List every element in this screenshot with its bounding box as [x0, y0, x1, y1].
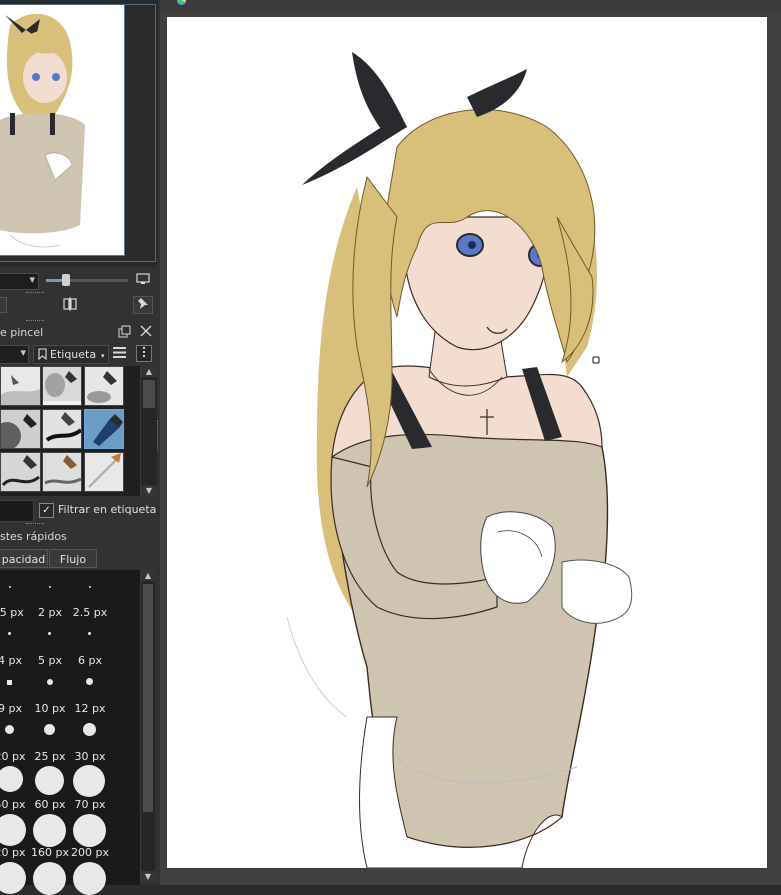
float-window-icon[interactable] [118, 325, 131, 341]
brush-presets-title: e pincel [0, 326, 44, 339]
scroll-up-icon[interactable]: ▲ [141, 366, 157, 377]
docker-drag-handle[interactable] [26, 292, 44, 296]
drawing-canvas[interactable] [167, 17, 767, 868]
scroll-down-icon[interactable]: ▼ [141, 485, 157, 496]
brush-preset[interactable] [0, 452, 41, 492]
brush-preset[interactable] [84, 366, 124, 406]
left-docker-panel: e pincel Etiqueta ▾ [0, 0, 160, 895]
tag-icon [38, 348, 47, 365]
filter-row: ✓ Filtrar en etiqueta [0, 500, 160, 522]
brush-preset[interactable] [42, 366, 82, 406]
overview-viewport-frame[interactable] [0, 4, 156, 262]
checkmark-icon[interactable]: ✓ [39, 503, 54, 518]
size-cell[interactable]: 4 px [0, 654, 30, 702]
docker-drag-handle-3[interactable] [26, 523, 44, 527]
size-cell[interactable]: 30 px [70, 750, 110, 798]
view-options-button[interactable] [136, 345, 152, 362]
quick-settings-title: stes rápidos [0, 530, 67, 543]
size-cell[interactable]: 60 px [30, 798, 70, 847]
brush-preset[interactable] [84, 452, 124, 492]
preset-scrollbar[interactable]: ▲ ▼ [140, 366, 157, 496]
canvas-top-bar [160, 0, 781, 12]
size-cell[interactable]: 12 px [70, 702, 110, 750]
color-wheel-icon[interactable] [177, 0, 186, 5]
brush-preset-selected[interactable] [84, 409, 124, 449]
scroll-up-icon[interactable]: ▲ [141, 570, 155, 581]
zoom-slider[interactable] [46, 274, 128, 286]
preset-scroll-thumb[interactable] [143, 380, 155, 408]
hamburger-menu-icon[interactable] [113, 347, 126, 361]
overview-controls [0, 270, 160, 292]
zoom-combo[interactable] [0, 273, 39, 290]
brush-preset[interactable] [42, 409, 82, 449]
brush-preset[interactable] [0, 366, 41, 406]
size-cell[interactable]: 160 px [30, 846, 70, 895]
docker-drag-handle-2[interactable] [26, 320, 44, 324]
monitor-icon[interactable] [134, 273, 152, 289]
tag-button-label: Etiqueta [50, 348, 97, 361]
overview-docker [0, 0, 158, 267]
filter-input[interactable] [0, 500, 34, 522]
tag-button-arrow-icon: ▾ [101, 352, 105, 360]
tab-flow[interactable]: Flujo [49, 549, 97, 568]
size-cell[interactable]: 200 px [70, 846, 110, 895]
quick-settings-tabs: pacidad Flujo [0, 549, 160, 569]
sizes-scroll-thumb[interactable] [143, 584, 153, 812]
size-cell[interactable]: 50 px [0, 798, 30, 846]
size-cell[interactable]: 5 px [30, 654, 70, 702]
tag-button[interactable]: Etiqueta ▾ [33, 345, 109, 364]
size-cell[interactable]: 9 px [0, 702, 30, 750]
brush-presets-header: e pincel [0, 325, 160, 341]
size-cell[interactable]: 2 px [30, 606, 70, 654]
brush-tag-bar: Etiqueta ▾ [0, 343, 160, 365]
size-cell[interactable]: .5 px [0, 606, 30, 654]
filter-label: Filtrar en etiqueta [58, 503, 157, 516]
sizes-scrollbar[interactable]: ▲ ▼ [140, 570, 155, 882]
size-cell[interactable]: 25 px [30, 750, 70, 798]
pin-icon[interactable] [133, 296, 153, 314]
size-cell[interactable]: 10 px [30, 702, 70, 750]
close-icon[interactable] [140, 325, 152, 340]
brush-preset[interactable] [42, 452, 82, 492]
size-cell[interactable]: 2.5 px [70, 606, 110, 654]
mirror-icon[interactable] [61, 296, 79, 312]
zoom-slider-thumb[interactable] [62, 274, 70, 286]
tab-opacity[interactable]: pacidad [0, 549, 48, 568]
size-cell[interactable]: 20 px [0, 846, 30, 894]
brush-preset-grid [0, 366, 140, 496]
size-cell[interactable]: 20 px [0, 750, 30, 798]
brush-size-grid: .5 px 2 px 2.5 px 4 px 5 px 6 px 9 px 10… [0, 570, 140, 895]
size-cell[interactable]: 70 px [70, 798, 110, 847]
size-cell[interactable]: 6 px [70, 654, 110, 702]
tag-combo[interactable] [0, 345, 29, 364]
artwork [286, 52, 633, 868]
prev-button[interactable] [0, 297, 7, 313]
brush-preset[interactable] [0, 409, 41, 449]
scroll-down-icon[interactable]: ▼ [141, 871, 155, 882]
